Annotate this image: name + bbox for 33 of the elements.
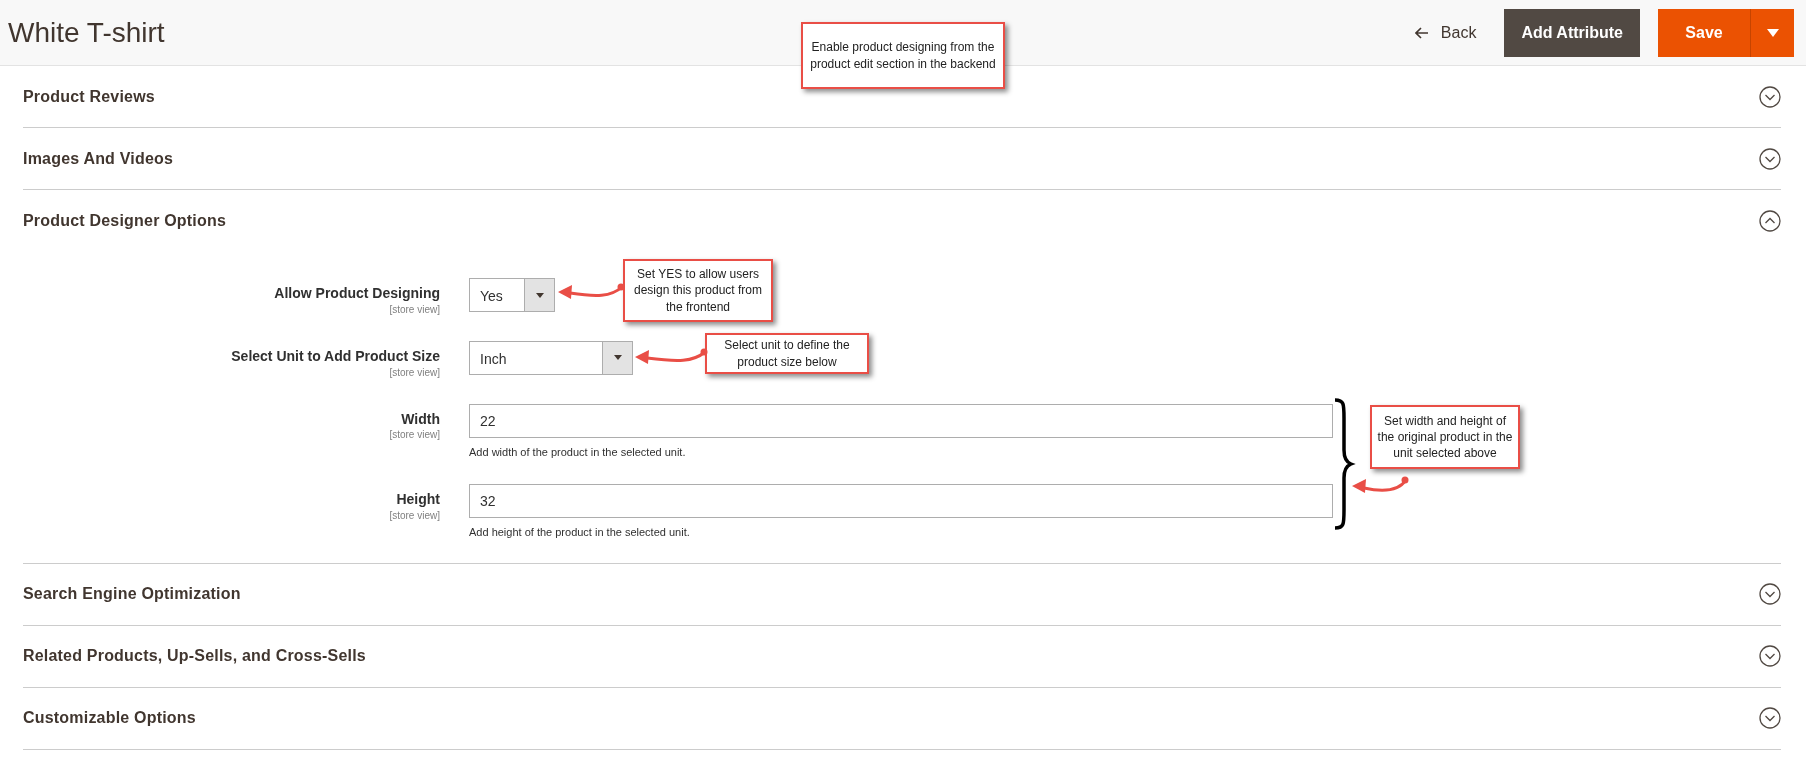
dropdown-field[interactable]: Inch bbox=[469, 340, 633, 375]
section-header[interactable]: Related Products, Up-Sells, and Cross-Sells bbox=[23, 625, 1781, 688]
field-note: Add width of the product in the selected unit. bbox=[469, 444, 687, 460]
section-title: Customizable Options bbox=[23, 708, 196, 729]
scope-label: [store view] bbox=[388, 508, 440, 523]
dropdown-field[interactable]: Yes bbox=[469, 278, 555, 312]
input-field[interactable]: 22 bbox=[469, 403, 1333, 438]
section-header[interactable]: Product Designer Options bbox=[23, 190, 1781, 252]
field-note: Add height of the product in the selected unit. bbox=[469, 525, 691, 541]
scope-label: [store view] bbox=[388, 302, 440, 317]
section-title: Search Engine Optimization bbox=[23, 584, 241, 605]
page-title: White T-shirt bbox=[8, 15, 165, 50]
section-title: Images And Videos bbox=[23, 148, 174, 169]
save-button[interactable]: Save bbox=[1658, 8, 1750, 57]
field-label: Width bbox=[400, 410, 440, 428]
annotation-callout: Set YES to allow users design this product from the frontend bbox=[623, 259, 773, 322]
section-header[interactable]: Images And Videos bbox=[23, 128, 1781, 190]
field-label: Allow Product Designing bbox=[273, 285, 440, 302]
annotation-callout: Select unit to define the product size below bbox=[705, 333, 869, 374]
back-link[interactable]: Back bbox=[1414, 20, 1477, 45]
scope-label: [store view] bbox=[388, 428, 440, 443]
field-label: Height bbox=[395, 491, 440, 508]
add-attribute-button[interactable]: Add Attribute bbox=[1504, 8, 1640, 57]
section-title: Product Designer Options bbox=[23, 211, 227, 231]
field-label: Select Unit to Add Product Size bbox=[230, 347, 440, 365]
section-header[interactable]: Customizable Options bbox=[23, 687, 1781, 750]
annotation-callout: Set width and height of the original product in the unit selected above bbox=[1370, 405, 1520, 469]
section-title: Related Products, Up-Sells, and Cross-Sells bbox=[23, 646, 366, 667]
section-title: Product Reviews bbox=[23, 86, 155, 107]
scope-label: [store view] bbox=[388, 365, 440, 380]
annotation-callout: Enable product designing from the product edit section in the backend bbox=[801, 22, 1005, 89]
input-field[interactable]: 32 bbox=[469, 484, 1333, 519]
section-header[interactable]: Search Engine Optimization bbox=[23, 563, 1781, 626]
